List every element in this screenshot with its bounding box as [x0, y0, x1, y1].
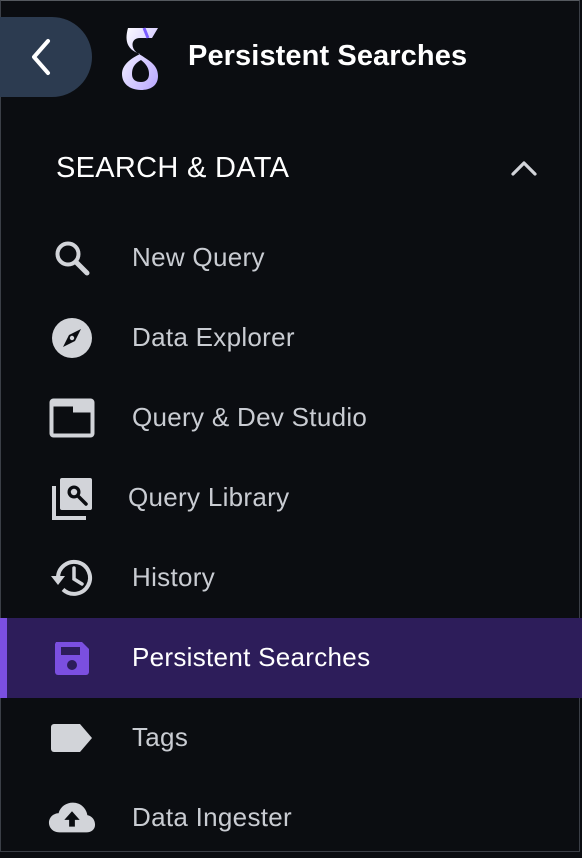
nav-item-persistent-searches[interactable]: Persistent Searches	[0, 618, 582, 698]
history-icon	[48, 556, 96, 600]
nav-item-query-library[interactable]: Query Library	[0, 458, 582, 538]
app-logo-icon	[122, 27, 158, 90]
nav-item-label: New Query	[132, 242, 265, 272]
nav-item-label: Tags	[132, 722, 189, 752]
nav-item-data-explorer[interactable]: Data Explorer	[0, 298, 582, 378]
section-title: SEARCH & DATA	[56, 152, 290, 184]
nav-item-label: History	[132, 562, 215, 592]
nav-item-data-ingester[interactable]: Data Ingester	[0, 778, 582, 858]
search-icon	[48, 236, 96, 280]
nav-item-label: Data Ingester	[132, 802, 292, 832]
cloud-upload-icon	[48, 796, 96, 840]
nav-item-label: Query Library	[128, 482, 290, 512]
compass-icon	[48, 316, 96, 360]
nav-item-label: Query & Dev Studio	[132, 402, 368, 432]
tag-icon	[48, 716, 96, 760]
nav-item-tags[interactable]: Tags	[0, 698, 582, 778]
library-search-icon	[48, 476, 96, 520]
page-title: Persistent Searches	[188, 40, 468, 72]
nav-item-new-query[interactable]: New Query	[0, 218, 582, 298]
back-button[interactable]	[0, 17, 92, 97]
nav-item-label: Persistent Searches	[132, 642, 371, 672]
nav-item-history[interactable]: History	[0, 538, 582, 618]
nav-item-query-dev-studio[interactable]: Query & Dev Studio	[0, 378, 582, 458]
chevron-up-icon	[511, 161, 537, 176]
chevron-left-icon	[32, 39, 50, 75]
save-icon	[48, 636, 96, 680]
section-header-search-data[interactable]: SEARCH & DATA	[0, 136, 582, 202]
window-icon	[48, 396, 96, 440]
nav-item-label: Data Explorer	[132, 322, 295, 352]
